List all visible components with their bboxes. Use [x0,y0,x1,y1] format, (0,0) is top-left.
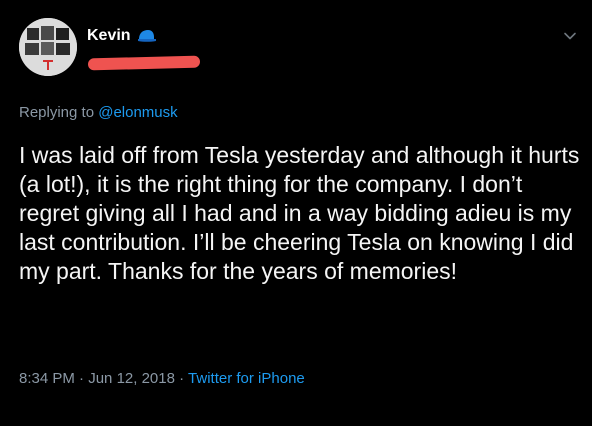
blue-cap-icon [137,30,156,42]
tweet-meta: 8:34 PM · Jun 12, 2018 · Twitter for iPh… [19,370,305,387]
author-name-row[interactable]: Kevin [87,27,157,45]
display-name[interactable]: Kevin [87,27,131,45]
replying-to-line: Replying to @elonmusk [19,104,178,121]
reply-prefix: Replying to [19,104,95,121]
avatar-collage-image [19,18,77,76]
meta-separator: · [79,370,85,387]
tweet-date[interactable]: Jun 12, 2018 [88,370,175,387]
redacted-handle [87,55,201,71]
reply-handle-link[interactable]: @elonmusk [98,104,177,121]
meta-separator-2: · [179,370,185,387]
tweet-text: I was laid off from Tesla yesterday and … [19,142,580,284]
chevron-down-icon [564,32,576,40]
tweet-card: Kevin Replying to @elonmusk I was laid o… [0,0,592,426]
avatar[interactable] [19,18,77,76]
tweet-menu-button[interactable] [562,28,578,44]
tweet-source-link[interactable]: Twitter for iPhone [188,370,305,387]
tweet-time[interactable]: 8:34 PM [19,370,75,387]
